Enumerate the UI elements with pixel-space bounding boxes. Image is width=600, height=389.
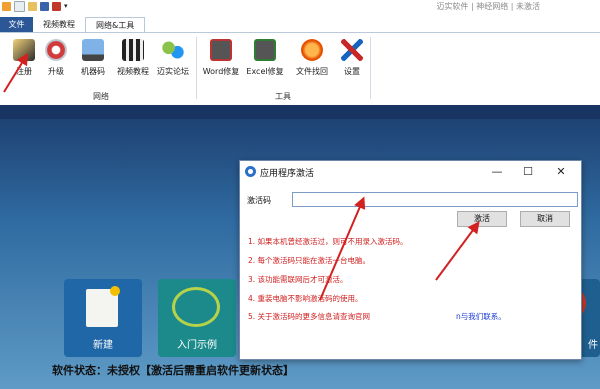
excel-xls-icon	[254, 39, 276, 61]
register-icon	[13, 39, 35, 61]
upgrade-button[interactable]: 升级	[36, 39, 76, 77]
tile-new[interactable]: 新建	[64, 279, 142, 357]
tab-video-tutorial[interactable]: 视频教程	[33, 17, 85, 32]
brand-status: 迈实软件 | 神经网络 | 未激活	[436, 2, 540, 11]
dropdown-arrow-icon[interactable]: ▾	[64, 2, 70, 11]
note-item: 5. 关于激活码的更多信息请查询官网	[248, 312, 371, 321]
settings-button[interactable]: 设置	[332, 39, 372, 77]
app-globe-icon	[245, 166, 256, 177]
tile-label: 件	[588, 340, 598, 351]
tile-getting-started[interactable]: 入门示例	[158, 279, 236, 357]
dialog-title: 应用程序激活	[260, 169, 315, 179]
file-recovery-button[interactable]: 文件找回	[292, 39, 332, 77]
network-group-label: 网络	[93, 92, 109, 101]
open-folder-icon[interactable]	[28, 1, 37, 11]
software-status: 软件状态：未授权【激活后需重启软件更新状态】	[52, 364, 294, 377]
ribbon-tabs: 文件 视频教程 网络&工具	[0, 17, 146, 33]
video-icon	[122, 39, 144, 61]
star-badge-icon	[110, 286, 120, 296]
tools-group-label: 工具	[275, 92, 291, 101]
tutorial-icon	[172, 287, 220, 327]
tile-label: 新建	[93, 340, 113, 351]
forum-button[interactable]: 迈实论坛	[153, 39, 193, 77]
activation-code-label: 激活码	[247, 196, 271, 205]
word-repair-button[interactable]: Word修复	[201, 39, 241, 77]
tile-label: 入门示例	[177, 340, 217, 351]
save-icon[interactable]	[40, 1, 49, 11]
machine-code-button[interactable]: 机器码	[73, 39, 113, 77]
minimize-button[interactable]: —	[485, 165, 509, 179]
title-bar: ▾ 迈实软件 | 神经网络 | 未激活 文件 视频教程 网络&工具	[0, 0, 600, 33]
tools-icon[interactable]	[52, 1, 61, 11]
group-separator	[370, 37, 371, 99]
ribbon: 注册 升级 机器码 视频教程 迈实论坛 网络 Word修复 Excel修复 文件…	[0, 32, 600, 106]
workspace-header-band	[0, 105, 600, 119]
video-tutorial-button[interactable]: 视频教程	[113, 39, 153, 77]
activation-code-input[interactable]	[292, 192, 578, 207]
new-file-icon[interactable]	[14, 0, 25, 12]
activate-button[interactable]: 激活	[457, 211, 507, 227]
settings-tools-icon	[341, 39, 363, 61]
forum-icon	[162, 39, 184, 61]
note-item: 4. 重装电脑不影响激活码的使用。	[248, 294, 363, 303]
tab-file[interactable]: 文件	[0, 17, 33, 32]
tab-network-tools[interactable]: 网络&工具	[85, 17, 146, 33]
dialog-title-bar[interactable]: 应用程序激活 — ☐ ✕	[240, 161, 581, 183]
cancel-button[interactable]: 取消	[520, 211, 570, 227]
word-doc-icon	[210, 39, 232, 61]
close-button[interactable]: ✕	[549, 165, 573, 179]
note-item: 3. 该功能需联网后才可激活。	[248, 275, 348, 284]
group-separator	[196, 37, 197, 99]
excel-repair-button[interactable]: Excel修复	[245, 39, 285, 77]
contact-us-link[interactable]: n与我们联系。	[456, 311, 506, 322]
quick-access-toolbar: ▾	[2, 0, 70, 12]
app-logo-icon	[2, 1, 11, 11]
file-recovery-icon	[301, 39, 323, 61]
note-item: 1. 如果本机曾经激活过，则可不用录入激活码。	[248, 237, 408, 246]
upgrade-icon	[45, 39, 67, 61]
maximize-button[interactable]: ☐	[516, 165, 540, 179]
activation-dialog: 应用程序激活 — ☐ ✕ 激活码 激活 取消 1. 如果本机曾经激活过，则可不用…	[239, 160, 582, 360]
computer-icon	[82, 39, 104, 61]
note-item: 2. 每个激活码只能在激活一台电脑。	[248, 256, 371, 265]
